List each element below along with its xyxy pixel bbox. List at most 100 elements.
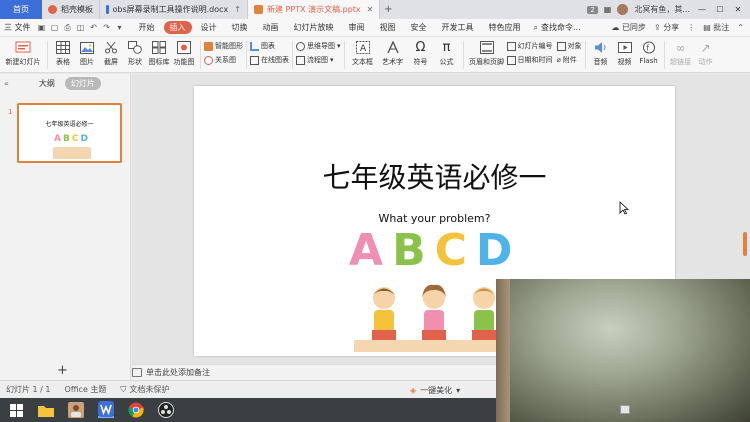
kids-illustration[interactable] (354, 282, 514, 352)
function-chart-button[interactable]: 功能图 (171, 37, 197, 67)
flash-button[interactable]: f Flash (637, 37, 661, 65)
shape-button[interactable]: 形状 (123, 37, 147, 67)
relation-button[interactable]: 关系图 (204, 55, 243, 65)
wps-icon[interactable] (98, 401, 114, 418)
preview-icon[interactable]: ◫ (76, 23, 86, 33)
print-icon[interactable]: ⎙ (63, 23, 73, 33)
smart-shape-button[interactable]: 智能图形 (204, 41, 243, 51)
command-search[interactable]: ⌕ 查找命令... (534, 22, 581, 33)
user-name[interactable]: 北冥有鱼，其... (634, 4, 690, 15)
art-text-label: 艺术字 (382, 58, 404, 66)
slide-title[interactable]: 七年级英语必修一 (194, 156, 675, 196)
collapse-ribbon-icon[interactable]: ⌃ (737, 23, 744, 32)
notes-icon (132, 368, 142, 377)
close-icon[interactable]: ✕ (367, 5, 374, 14)
slide-number-button[interactable]: 幻灯片编号 (506, 41, 553, 51)
theme-name[interactable]: Office 主题 (65, 384, 107, 395)
art-text-button[interactable]: 艺术字 (378, 37, 408, 67)
scrollbar-thumb[interactable] (743, 232, 747, 256)
textbox-button[interactable]: A 文本框 (348, 37, 378, 67)
more-icon[interactable]: ⋮ (687, 23, 695, 32)
action-button[interactable]: ↗ 动作 (694, 37, 718, 67)
comment-icon: ▤ (703, 23, 711, 32)
protection-label: 文档未保护 (129, 385, 170, 394)
new-slide-button[interactable]: 新建幻灯片 (2, 37, 44, 67)
redo-icon[interactable]: ↷ (102, 23, 112, 33)
object-label: 对象 (567, 42, 582, 50)
menu-slideshow[interactable]: 幻灯片放映 (288, 21, 340, 34)
menu-design[interactable]: 设计 (195, 21, 223, 34)
hyperlink-label: 超链接 (670, 58, 692, 66)
slide-subtitle[interactable]: What your problem? (194, 212, 675, 225)
menu-view[interactable]: 视图 (374, 21, 402, 34)
date-time-label: 日期和时间 (517, 56, 553, 64)
add-slide-button[interactable]: + (57, 363, 68, 378)
formula-label: 公式 (439, 58, 454, 66)
undo-icon[interactable]: ↶ (89, 23, 99, 33)
hyperlink-button[interactable]: ∞ 超链接 (668, 37, 694, 67)
save-icon[interactable]: ▣ (37, 23, 47, 33)
chrome-icon[interactable] (128, 402, 144, 418)
file-explorer-icon[interactable] (38, 402, 54, 418)
object-button[interactable]: 对象 (556, 41, 582, 51)
pi-icon: π (442, 40, 451, 55)
header-footer-button[interactable]: 页眉和页脚 (467, 37, 507, 67)
collapse-panel-icon[interactable]: « (4, 79, 9, 88)
formula-button[interactable]: π 公式 (434, 37, 460, 67)
sync-status[interactable]: ☁ 已同步 (611, 22, 646, 33)
divider (584, 41, 586, 69)
protection-status[interactable]: ⛉ 文档未保护 (120, 384, 169, 395)
menu-start[interactable]: 开始 (133, 21, 161, 34)
menu-features[interactable]: 特色应用 (483, 21, 527, 34)
symbol-button[interactable]: Ω 符号 (408, 37, 434, 67)
chart-button[interactable]: 图表 (250, 41, 289, 51)
maximize-icon[interactable]: ☐ (714, 5, 726, 14)
share-button[interactable]: ⇪ 分享 (654, 22, 679, 33)
audio-button[interactable]: 音频 (589, 37, 613, 67)
attachment-button[interactable]: ⌀ 附件 (557, 55, 582, 65)
minimize-icon[interactable]: — (696, 5, 708, 14)
menu-insert[interactable]: 插入 (163, 21, 192, 34)
table-button[interactable]: 表格 (51, 37, 75, 67)
menu-review[interactable]: 审阅 (343, 21, 371, 34)
online-chart-button[interactable]: 在线图表 (250, 55, 289, 65)
tab-obs-doc[interactable]: obs屏幕录制工具操作说明.docx ↑ (100, 0, 248, 19)
menu-animation[interactable]: 动画 (257, 21, 285, 34)
comment-button[interactable]: ▤ 批注 (703, 22, 729, 33)
grid-icon[interactable]: ▦ (604, 5, 612, 14)
tab-slides[interactable]: 幻灯片 (64, 76, 101, 90)
flash-label: Flash (639, 57, 658, 65)
abcd-letters-image[interactable]: A B C D (349, 229, 512, 273)
tab-outline[interactable]: 大纲 (39, 78, 55, 89)
smart-shape-icon (204, 41, 213, 51)
flow-chart-button[interactable]: 流程图 ▾ (296, 55, 341, 65)
tab-docer-templates[interactable]: 稻壳模板 (42, 0, 100, 19)
tab-label: 新建 PPTX 演示文稿.pptx (267, 5, 361, 14)
menu-security[interactable]: 安全 (405, 21, 433, 34)
open-icon[interactable]: ▢ (50, 23, 60, 33)
window-close-icon[interactable]: ✕ (732, 5, 744, 14)
menu-developer[interactable]: 开发工具 (436, 21, 480, 34)
mind-map-button[interactable]: 思维导图 ▾ (296, 41, 341, 51)
new-tab-button[interactable]: + (380, 0, 396, 19)
obs-icon[interactable] (158, 402, 174, 418)
beautify-button[interactable]: ◈ 一键美化 ▾ (410, 385, 460, 396)
menu-transition[interactable]: 切换 (226, 21, 254, 34)
customize-icon[interactable]: ▾ (115, 23, 125, 33)
pin-icon[interactable]: ↑ (234, 5, 241, 14)
user-app-icon[interactable] (68, 402, 84, 418)
home-tab[interactable]: 首页 (0, 0, 42, 19)
icon-library-button[interactable]: 图标库 (147, 37, 171, 67)
picture-button[interactable]: 图片 (75, 37, 99, 67)
avatar[interactable] (617, 4, 629, 15)
video-button[interactable]: 视频 (613, 37, 637, 67)
window-count-badge[interactable]: 2 (587, 5, 598, 14)
file-menu[interactable]: 三 文件 (4, 22, 31, 33)
tab-pptx[interactable]: 新建 PPTX 演示文稿.pptx ✕ (248, 0, 381, 19)
windows-start-icon[interactable] (8, 402, 24, 418)
slide-thumbnail[interactable]: 七年级英语必修一 ABCD (17, 103, 122, 163)
slide-panel: « 大纲 幻灯片 1 七年级英语必修一 ABCD + (0, 74, 131, 380)
date-time-button[interactable]: 日期和时间 (506, 55, 553, 65)
thumbnail-kids-image (53, 147, 91, 159)
screenshot-button[interactable]: 截屏 (99, 37, 123, 67)
